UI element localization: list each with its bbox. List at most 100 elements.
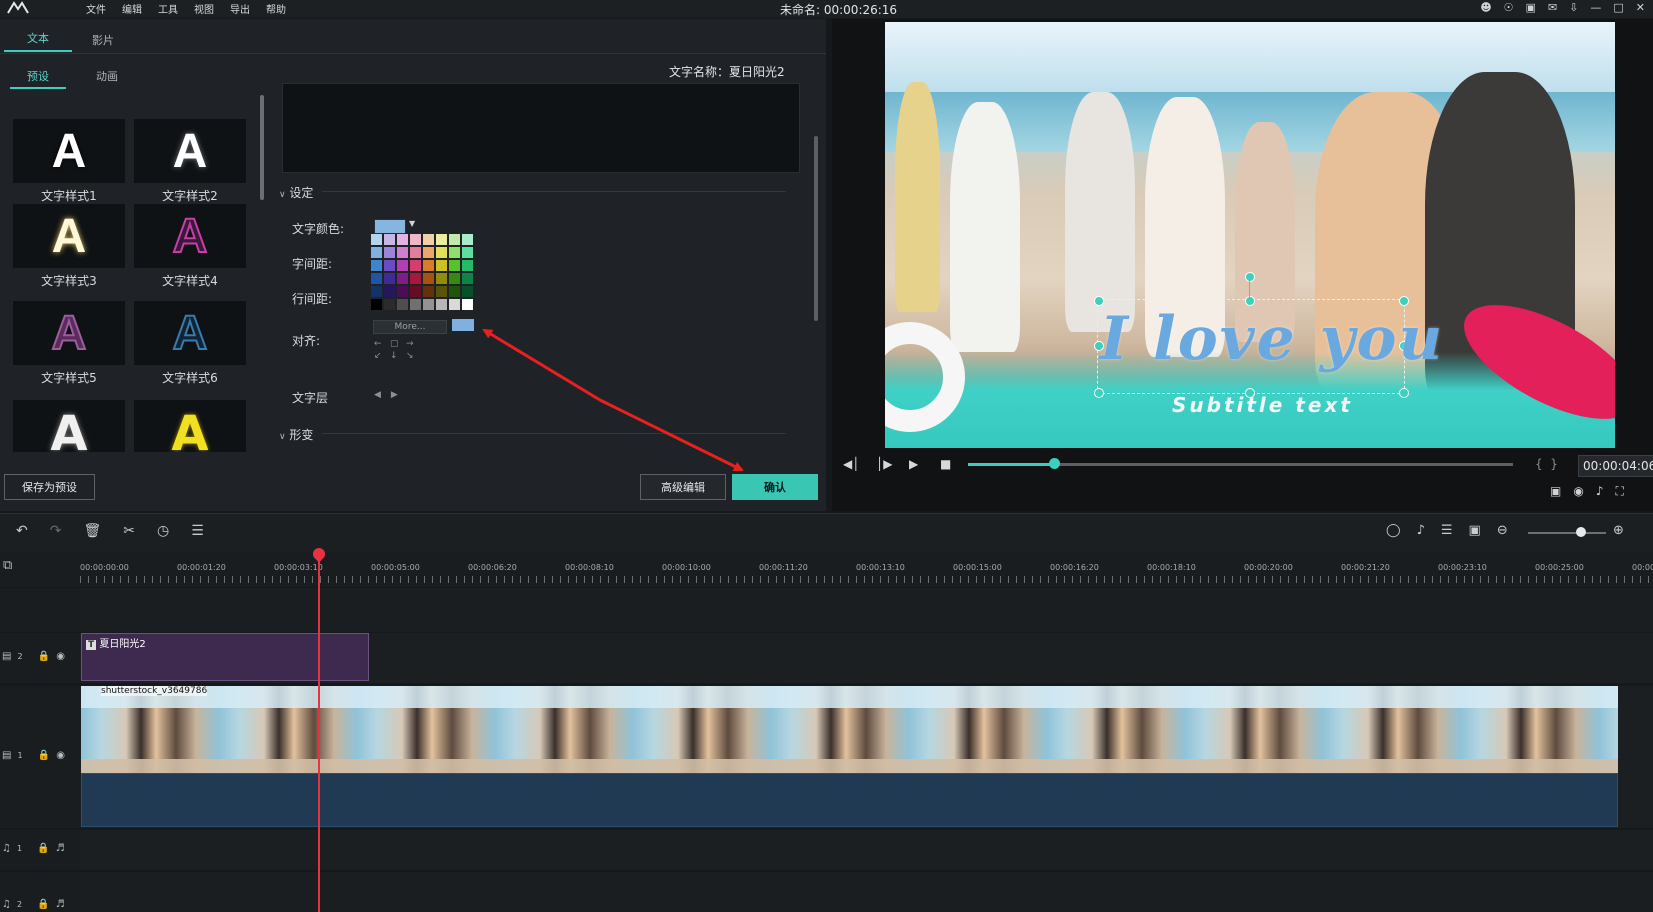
align-bottom-right-icon[interactable]: ↘ [406, 351, 422, 361]
more-colors-button[interactable]: More... [373, 320, 447, 334]
resize-handle[interactable] [1399, 388, 1409, 398]
menu-file[interactable]: 文件 [86, 1, 106, 16]
cut-icon[interactable]: ✂ [123, 523, 135, 539]
color-swatch[interactable] [397, 234, 408, 245]
adjust-icon[interactable]: ☰ [191, 523, 204, 539]
color-swatch[interactable] [449, 299, 460, 310]
delete-icon[interactable]: 🗑 [83, 523, 101, 539]
zoom-in-icon[interactable]: ⊕ [1613, 523, 1624, 538]
color-swatch[interactable] [423, 260, 434, 271]
preset-style-6[interactable]: A 文字样式6 [134, 301, 246, 385]
play-button[interactable]: ▶ [909, 457, 918, 471]
color-swatch[interactable] [423, 234, 434, 245]
color-swatch[interactable] [397, 260, 408, 271]
preset-style-3[interactable]: A 文字样式3 [13, 204, 125, 288]
save-icon[interactable]: ▣ [1526, 1, 1536, 14]
chevron-down-icon[interactable]: ▼ [409, 219, 415, 228]
prev-frame-button[interactable]: ◀│ [843, 457, 859, 471]
color-swatch[interactable] [371, 273, 382, 284]
menu-help[interactable]: 帮助 [266, 1, 286, 16]
audio-mixer-icon[interactable]: ☰ [1441, 523, 1453, 538]
text-color-picker[interactable] [374, 219, 406, 234]
tab-text[interactable]: 文本 [4, 30, 72, 52]
color-swatch[interactable] [410, 247, 421, 258]
color-swatch[interactable] [397, 273, 408, 284]
subtab-preset[interactable]: 预设 [10, 68, 66, 89]
eye-icon[interactable]: ◉ [56, 651, 71, 662]
preset-style-8[interactable]: A [134, 400, 246, 452]
confirm-button[interactable]: 确认 [732, 474, 818, 500]
transform-section[interactable]: ∨ 形变 [279, 426, 313, 443]
align-bottom-icon[interactable]: ↓ [390, 351, 406, 361]
menu-export[interactable]: 导出 [230, 1, 250, 16]
menu-view[interactable]: 视图 [194, 1, 214, 16]
lock-icon[interactable]: 🔒 [37, 899, 55, 910]
display-icon[interactable]: ▣ [1550, 484, 1573, 498]
title-text-overlay[interactable]: I love you [1100, 304, 1444, 374]
video-clip[interactable]: shutterstock_v3649786 [81, 686, 1618, 773]
lock-icon[interactable]: 🔒 [38, 750, 56, 761]
rotate-handle[interactable] [1245, 272, 1255, 282]
minimize-icon[interactable]: — [1590, 1, 1601, 14]
tab-film[interactable]: 影片 [92, 32, 122, 48]
color-swatch[interactable] [371, 299, 382, 310]
cart-icon[interactable]: ☉ [1504, 1, 1514, 14]
color-swatch[interactable] [384, 260, 395, 271]
align-bottom-left-icon[interactable]: ↙ [374, 351, 390, 361]
fit-icon[interactable]: ▣ [1469, 523, 1481, 538]
preset-scrollbar[interactable] [260, 95, 264, 200]
color-swatch[interactable] [449, 286, 460, 297]
menu-edit[interactable]: 编辑 [122, 1, 142, 16]
playback-scrubber[interactable] [1049, 458, 1060, 469]
color-swatch[interactable] [462, 273, 473, 284]
preset-style-5[interactable]: A 文字样式5 [13, 301, 125, 385]
color-swatch[interactable] [397, 286, 408, 297]
mark-in-out-icon[interactable]: { } [1535, 457, 1558, 471]
add-track-icon[interactable]: ⧉ [3, 558, 12, 573]
zoom-slider-knob[interactable] [1576, 527, 1586, 537]
subtab-animation[interactable]: 动画 [96, 68, 118, 84]
download-icon[interactable]: ⇩ [1569, 1, 1578, 14]
color-swatch[interactable] [449, 234, 460, 245]
color-swatch[interactable] [436, 260, 447, 271]
color-swatch[interactable] [462, 299, 473, 310]
zoom-slider[interactable] [1528, 532, 1606, 534]
color-swatch[interactable] [436, 247, 447, 258]
color-swatch[interactable] [397, 247, 408, 258]
zoom-out-icon[interactable]: ⊖ [1497, 523, 1508, 538]
preset-style-1[interactable]: A 文字样式1 [13, 119, 125, 203]
lock-icon[interactable]: 🔒 [37, 843, 55, 854]
color-swatch[interactable] [423, 247, 434, 258]
speaker-icon[interactable]: ♬ [56, 899, 71, 910]
layer-prev-icon[interactable]: ◀ [374, 390, 391, 400]
color-swatch[interactable] [384, 234, 395, 245]
color-swatch[interactable] [462, 234, 473, 245]
preset-style-4[interactable]: A 文字样式4 [134, 204, 246, 288]
align-right-icon[interactable]: → [406, 339, 422, 349]
volume-icon[interactable]: ♪ [1596, 484, 1616, 498]
clock-icon[interactable]: ◷ [157, 523, 169, 539]
mail-icon[interactable]: ✉ [1548, 1, 1557, 14]
color-swatch[interactable] [410, 273, 421, 284]
color-swatch[interactable] [449, 273, 460, 284]
color-swatch[interactable] [384, 273, 395, 284]
preset-style-2[interactable]: A 文字样式2 [134, 119, 246, 203]
speaker-icon[interactable]: ♬ [56, 843, 71, 854]
color-swatch[interactable] [449, 260, 460, 271]
video-clip-audio[interactable] [81, 773, 1618, 827]
color-swatch[interactable] [371, 234, 382, 245]
color-swatch[interactable] [371, 260, 382, 271]
color-swatch[interactable] [371, 247, 382, 258]
settings-scrollbar[interactable] [814, 136, 818, 321]
color-swatch[interactable] [423, 286, 434, 297]
color-swatch[interactable] [462, 247, 473, 258]
settings-section[interactable]: ∨ 设定 [279, 184, 313, 201]
color-swatch[interactable] [436, 273, 447, 284]
layer-next-icon[interactable]: ▶ [391, 390, 408, 400]
custom-color-chip[interactable] [452, 319, 474, 331]
color-swatch[interactable] [371, 286, 382, 297]
color-swatch[interactable] [436, 286, 447, 297]
text-input-area[interactable] [282, 83, 800, 173]
redo-icon[interactable]: ↷ [50, 523, 62, 539]
camera-icon[interactable]: ◉ [1573, 484, 1595, 498]
